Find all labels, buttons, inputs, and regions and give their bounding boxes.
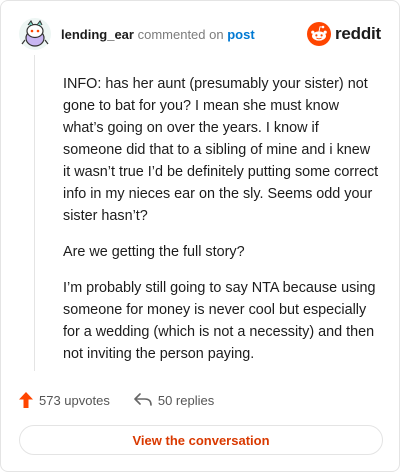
comment-embed-card: lending_ear commented on post reddit INF…: [0, 0, 400, 472]
reply-count: 50 replies: [157, 392, 215, 408]
avatar[interactable]: [19, 18, 51, 50]
comment-paragraph: INFO: has her aunt (presumably your sist…: [63, 76, 379, 224]
upvote-arrow-icon: [19, 392, 33, 408]
username[interactable]: lending_ear: [61, 27, 134, 42]
comment-paragraph: I’m probably still going to say NTA beca…: [63, 280, 376, 362]
comment-actions: 573 upvotes 50 replies: [19, 389, 238, 411]
commented-on-label: commented on: [137, 27, 224, 42]
view-conversation-button[interactable]: View the conversation: [19, 425, 383, 455]
post-link[interactable]: post: [227, 27, 254, 42]
comment-body: INFO: has her aunt (presumably your sist…: [63, 73, 381, 379]
upvote-button[interactable]: 573 upvotes: [19, 392, 110, 408]
comment-paragraph: Are we getting the full story?: [63, 244, 245, 260]
replies-button[interactable]: 50 replies: [134, 393, 214, 408]
reply-arrow-icon: [134, 393, 152, 406]
thread-line: [34, 55, 35, 371]
brand-wordmark: reddit: [334, 24, 381, 43]
upvote-count: 573 upvotes: [39, 392, 110, 408]
comment-meta: lending_ear commented on post: [61, 27, 255, 42]
comment-header: lending_ear commented on post reddit: [19, 17, 381, 53]
reddit-logo-icon: [306, 22, 331, 46]
reddit-brand[interactable]: reddit: [306, 21, 381, 47]
snoo-avatar-icon: [19, 18, 51, 50]
